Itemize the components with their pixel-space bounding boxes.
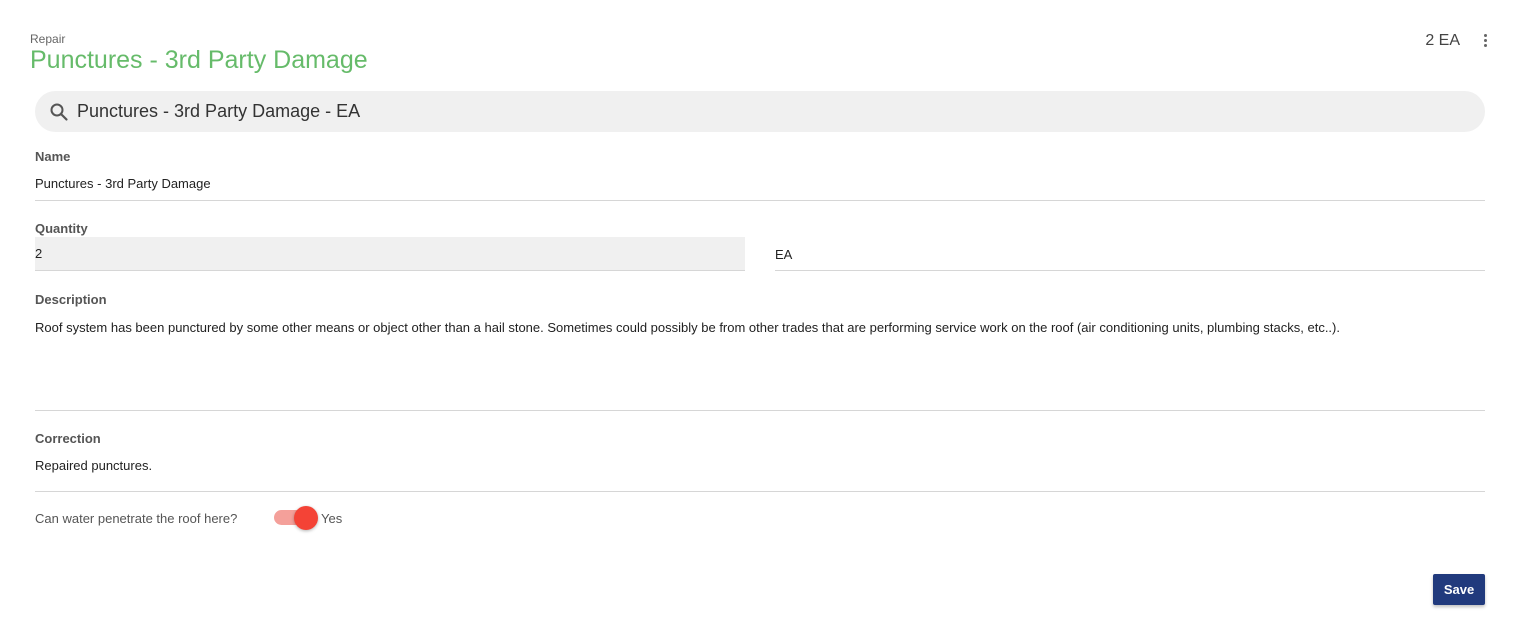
description-field-underline: [35, 410, 1485, 411]
save-button[interactable]: Save: [1433, 574, 1485, 605]
search-bar[interactable]: [35, 91, 1485, 132]
name-label: Name: [35, 149, 71, 164]
name-field[interactable]: Punctures - 3rd Party Damage: [35, 176, 211, 191]
toggle-thumb[interactable]: [294, 506, 318, 530]
correction-field[interactable]: Repaired punctures.: [35, 458, 152, 473]
quantity-label: Quantity: [35, 221, 88, 236]
repair-item-editor: Repair Punctures - 3rd Party Damage 2 EA…: [0, 0, 1518, 643]
description-field[interactable]: Roof system has been punctured by some o…: [35, 320, 1485, 336]
page-title: Punctures - 3rd Party Damage: [30, 46, 368, 74]
quantity-value: 2: [35, 246, 43, 261]
search-icon: [50, 103, 68, 121]
unit-field[interactable]: EA: [775, 247, 792, 262]
quantity-field[interactable]: 2: [35, 237, 745, 271]
search-input[interactable]: [77, 101, 1457, 122]
correction-field-underline: [35, 491, 1485, 492]
name-field-underline: [35, 200, 1485, 201]
water-penetration-label: Can water penetrate the roof here?: [35, 511, 238, 526]
toggle-state-label: Yes: [321, 511, 343, 526]
item-category: Repair: [30, 32, 66, 46]
description-label: Description: [35, 292, 107, 307]
quantity-summary: 2 EA: [1425, 32, 1460, 49]
correction-label: Correction: [35, 431, 101, 446]
unit-field-underline: [775, 270, 1485, 271]
more-options-icon[interactable]: [1477, 30, 1493, 50]
